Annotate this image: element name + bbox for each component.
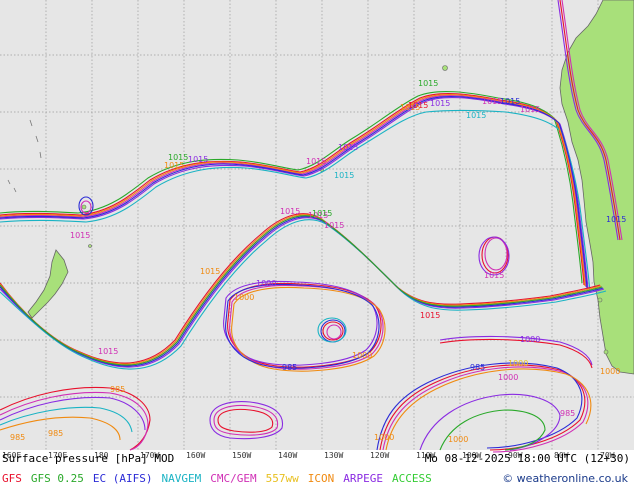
- isobar-label: 1015: [280, 207, 300, 216]
- longitude-label: 130W: [324, 451, 343, 460]
- isobar-label: 1000: [600, 367, 620, 376]
- isobar-label: 1015: [70, 231, 90, 240]
- credit-text: © weatheronline.co.uk: [502, 472, 628, 485]
- isobar-label: 985: [560, 409, 575, 418]
- isobar-label: 1000: [256, 279, 276, 288]
- legend-item: 557ww: [265, 472, 299, 485]
- isobar-label: 985: [282, 363, 297, 372]
- map-canvas: 10151015 10151015101510151015101510151015…: [0, 0, 634, 460]
- isobar-label: 1000: [448, 435, 468, 444]
- isobar-label: 1015: [400, 103, 420, 112]
- longitude-label: 140W: [278, 451, 297, 460]
- isobar-label: 1000: [520, 335, 540, 344]
- isobar-label: 1015: [334, 171, 354, 180]
- pressure-map: 1015 1015 1015 1015 1015 1015 1015 1015 1015 1015…: [0, 0, 634, 490]
- legend-item: NAVGEM: [161, 472, 202, 485]
- isobar-label: 1015: [606, 215, 626, 224]
- isobar-label: 985: [48, 429, 63, 438]
- isobar-label: 1015: [200, 267, 220, 276]
- isobar-label: 1015: [466, 111, 486, 120]
- isobar-label: 1015: [418, 79, 438, 88]
- legend-item: ICON: [307, 472, 335, 485]
- isobar-label: 1015: [306, 157, 326, 166]
- isobar-label: 1015: [324, 221, 344, 230]
- isobar-label: 1015: [164, 161, 184, 170]
- isobar-label: 1015: [500, 97, 520, 106]
- isobar-label: 1000: [352, 351, 372, 360]
- isobar-label: 1015: [430, 99, 450, 108]
- isobar-label: 985: [470, 363, 485, 372]
- legend-item: ARPEGE: [343, 472, 383, 485]
- legend-item: GFS 0.25: [30, 472, 84, 485]
- valid-time: Mo 08-12-2025 18:00 UTC (12+30): [424, 452, 630, 465]
- isobar-label: 1000: [234, 293, 254, 302]
- longitude-label: 120W: [370, 451, 389, 460]
- isobar-label: 1015: [312, 209, 332, 218]
- isobar-label: 1015: [520, 105, 540, 114]
- longitude-label: 150W: [232, 451, 251, 460]
- legend-item: CMC/GEM: [210, 472, 257, 485]
- model-legend: GFS GFS 0.25 EC (AIFS) NAVGEM CMC/GEM 557ww IC…: [2, 472, 441, 485]
- chart-title: Surface pressure [hPa] MOD: [2, 452, 175, 465]
- isobar-label: 985: [10, 433, 25, 442]
- legend-item: ACCESS: [391, 472, 432, 485]
- isobar-label: 1015: [420, 311, 440, 320]
- isobar-label: 985: [110, 385, 125, 394]
- longitude-label: 160W: [186, 451, 205, 460]
- isobar-label: 1015: [188, 155, 208, 164]
- legend-item: GFS: [2, 472, 22, 485]
- isobar-label: 1015: [484, 271, 504, 280]
- ocean-background: [0, 0, 634, 450]
- isobar-label: 1015: [338, 143, 358, 152]
- isobar-label: 1000: [498, 373, 518, 382]
- isobar-label: 1000: [374, 433, 394, 442]
- isobar-label: 1015: [98, 347, 118, 356]
- legend-item: EC (AIFS): [92, 472, 153, 485]
- isobar-label: 1000: [508, 359, 528, 368]
